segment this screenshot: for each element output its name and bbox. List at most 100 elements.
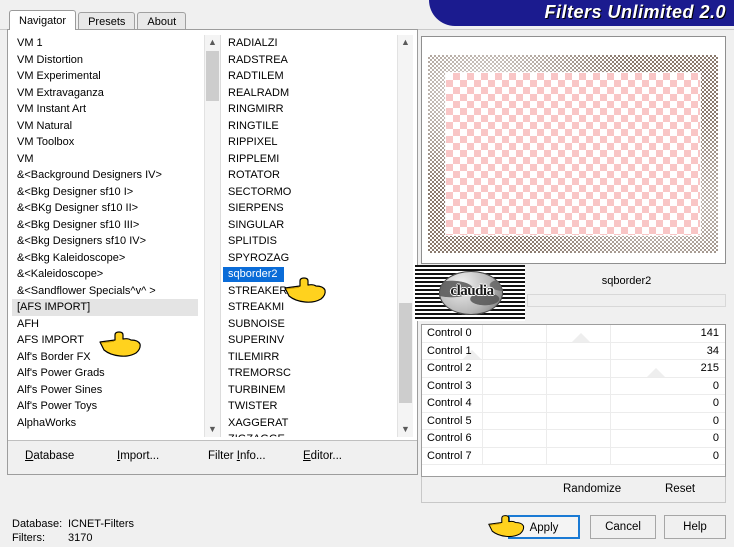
filter-list-item[interactable]: SECTORMO [223, 184, 401, 201]
category-list-item[interactable]: VM Natural [12, 118, 198, 135]
category-list-scrollbar[interactable]: ▲ ▼ [204, 35, 220, 437]
control-slider-thumb[interactable] [571, 332, 590, 342]
category-list-item[interactable]: Alf's Power Toys [12, 398, 198, 415]
category-list-item[interactable]: &<Bkg Designers sf10 IV> [12, 233, 198, 250]
category-list-item[interactable]: &<Bkg Kaleidoscope> [12, 250, 198, 267]
reset-button[interactable]: Reset [665, 483, 695, 495]
current-filter-bar [527, 294, 726, 307]
filter-list-item[interactable]: TWISTER [223, 398, 401, 415]
category-list-item[interactable]: AlphaWorks [12, 415, 198, 432]
filter-list-item[interactable]: RINGMIRR [223, 101, 401, 118]
scroll-down-icon[interactable]: ▼ [398, 422, 413, 437]
scroll-down-icon[interactable]: ▼ [205, 422, 220, 437]
frame-menu-import[interactable]: Import... [117, 450, 159, 462]
control-row[interactable]: Control 6 0 [422, 430, 725, 448]
category-list-item[interactable]: Alf's Border FX [12, 349, 198, 366]
category-list-item[interactable]: &<Bkg Designer sf10 I> [12, 184, 198, 201]
filters-unlimited-window: Filters Unlimited 2.0 Navigator Presets Ab… [0, 0, 734, 547]
category-list-item[interactable]: AFH [12, 316, 198, 333]
control-track[interactable] [482, 412, 665, 429]
category-list-item[interactable]: &<Kaleidoscope> [12, 266, 198, 283]
control-track[interactable] [482, 377, 665, 394]
control-track[interactable] [482, 342, 665, 359]
frame-menu-database[interactable]: Database [25, 450, 74, 462]
control-row[interactable]: Control 4 0 [422, 395, 725, 413]
category-list-item[interactable]: Alf's Power Sines [12, 382, 198, 399]
filter-list-item[interactable]: SINGULAR [223, 217, 401, 234]
category-list-item[interactable]: Alf's Power Grads [12, 365, 198, 382]
cancel-button[interactable]: Cancel [590, 515, 656, 539]
filter-list-item[interactable]: RIPPIXEL [223, 134, 401, 151]
filter-preview[interactable] [421, 36, 726, 264]
frame-menu-filter-info[interactable]: Filter Info... [208, 450, 266, 462]
frame-menu-editor[interactable]: Editor... [303, 450, 342, 462]
randomize-button[interactable]: Randomize [563, 483, 621, 495]
control-label: Control 5 [427, 414, 472, 427]
filter-list-item[interactable]: SIERPENS [223, 200, 401, 217]
category-list-item[interactable]: VM Toolbox [12, 134, 198, 151]
category-list-item[interactable]: &<Bkg Designer sf10 III> [12, 217, 198, 234]
filter-list-item[interactable]: TILEMIRR [223, 349, 401, 366]
control-row[interactable]: Control 7 0 [422, 447, 725, 465]
control-label: Control 6 [427, 432, 472, 444]
filter-list-item[interactable]: ROTATOR [223, 167, 401, 184]
control-slider-thumb[interactable] [647, 367, 666, 377]
control-row[interactable]: Control 2 215 [422, 360, 725, 378]
category-list-item[interactable]: VM 1 [12, 35, 198, 52]
filter-list-item[interactable]: SUBNOISE [223, 316, 401, 333]
control-value: 215 [700, 362, 719, 374]
filter-list-item[interactable]: RADTILEM [223, 68, 401, 85]
control-row[interactable]: Control 1 34 [422, 342, 725, 360]
app-title: Filters Unlimited 2.0 [544, 2, 726, 22]
filter-list-item[interactable]: STREAKER [223, 283, 401, 300]
filter-list-item[interactable]: RIPPLEMI [223, 151, 401, 168]
filter-list-item[interactable]: STREAKMI [223, 299, 401, 316]
filter-list-item[interactable]: TREMORSC [223, 365, 401, 382]
filter-list-item[interactable]: XAGGERAT [223, 415, 401, 432]
control-label: Control 4 [427, 397, 472, 409]
scroll-up-icon[interactable]: ▲ [205, 35, 220, 50]
category-list-item[interactable]: VM Instant Art [12, 101, 198, 118]
control-row[interactable]: Control 0 141 [422, 325, 725, 343]
category-list-item[interactable]: VM Experimental [12, 68, 198, 85]
control-row[interactable]: Control 3 0 [422, 377, 725, 395]
control-track[interactable] [482, 430, 665, 447]
filter-list-item[interactable]: SUPERINV [223, 332, 401, 349]
category-list-item[interactable]: &<BKg Designer sf10 II> [12, 200, 198, 217]
filter-list-item[interactable]: RINGTILE [223, 118, 401, 135]
filter-scroll-thumb[interactable] [399, 303, 412, 403]
filter-list-item[interactable]: RADIALZI [223, 35, 401, 52]
category-list-item[interactable]: VM Distortion [12, 52, 198, 69]
control-value: 0 [712, 449, 719, 462]
filter-category-list[interactable]: VM 1 VM Distortion VM Experimental VM Extra… [12, 35, 198, 437]
filter-name-list[interactable]: RADIALZI RADSTREA RADTILEM REALRADM RINGMIRR… [223, 35, 401, 437]
apply-button[interactable]: Apply [508, 515, 580, 539]
category-list-item[interactable]: VM Extravaganza [12, 85, 198, 102]
list-divider [220, 35, 221, 437]
category-list-item[interactable]: &<Background Designers IV> [12, 167, 198, 184]
filter-list-item[interactable]: sqborder2 [223, 267, 284, 282]
filter-list-item[interactable]: REALRADM [223, 85, 401, 102]
category-scroll-thumb[interactable] [206, 51, 219, 101]
help-button[interactable]: Help [664, 515, 726, 539]
control-track[interactable] [482, 395, 665, 412]
filter-list-item[interactable]: ZIGZAGGE [223, 431, 401, 437]
tab-presets[interactable]: Presets [78, 12, 136, 30]
filter-list-item[interactable]: SPYROZAG [223, 250, 401, 267]
filter-list-item[interactable]: RADSTREA [223, 52, 401, 69]
control-row[interactable]: Control 5 0 [422, 412, 725, 430]
category-list-item[interactable]: &<Sandflower Specials^v^ > [12, 283, 198, 300]
category-list-item[interactable]: VM [12, 151, 198, 168]
filter-list-item[interactable]: SPLITDIS [223, 233, 401, 250]
control-track[interactable] [482, 360, 665, 377]
tab-navigator[interactable]: Navigator [9, 10, 77, 30]
control-label: Control 2 [427, 362, 472, 374]
scroll-up-icon[interactable]: ▲ [398, 35, 413, 50]
filter-list-scrollbar[interactable]: ▲ ▼ [397, 35, 413, 437]
tab-about[interactable]: About [137, 12, 187, 30]
filter-list-item[interactable]: TURBINEM [223, 382, 401, 399]
category-list-item[interactable]: [AFS IMPORT] [12, 299, 198, 316]
control-track[interactable] [482, 447, 665, 464]
status-database-label: Database: [12, 518, 63, 530]
category-list-item[interactable]: AFS IMPORT [12, 332, 198, 349]
